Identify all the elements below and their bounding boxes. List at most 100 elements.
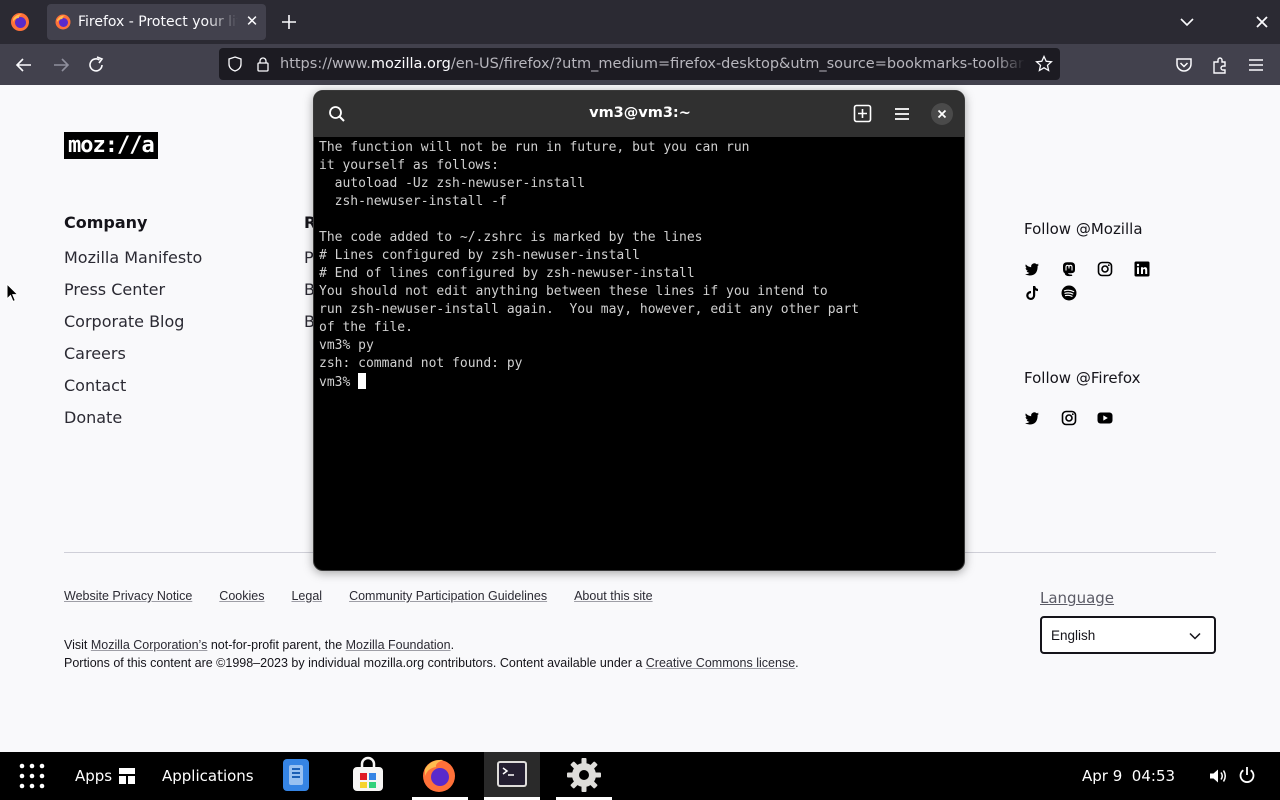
reload-icon[interactable]: [86, 55, 106, 75]
legal-link[interactable]: Website Privacy Notice: [64, 589, 192, 603]
mouse-pointer-icon: [6, 283, 20, 303]
footer-link[interactable]: Donate: [64, 408, 202, 440]
chevron-down-icon: [1189, 632, 1201, 640]
creative-commons-link[interactable]: Creative Commons license: [646, 656, 795, 670]
tab-bar: Firefox - Protect your life online with …: [0, 0, 1280, 44]
hamburger-menu-icon[interactable]: [1246, 55, 1266, 75]
tab-close-icon[interactable]: ✕: [243, 13, 261, 31]
legal-link[interactable]: Legal: [291, 589, 322, 603]
footer-line-license: Portions of this content are ©1998–2023 …: [64, 656, 799, 670]
legal-link[interactable]: About this site: [574, 589, 653, 603]
terminal-prompt: vm3%: [319, 375, 359, 390]
terminal-line: The function will not be run in future, …: [319, 140, 750, 155]
power-icon[interactable]: [1238, 766, 1256, 784]
company-links: Mozilla Manifesto Press Center Corporate…: [64, 248, 202, 440]
window-layout-icon[interactable]: [118, 767, 136, 785]
forward-icon[interactable]: [51, 55, 71, 75]
app-grid-icon[interactable]: [18, 762, 46, 790]
twitter-icon[interactable]: [1024, 410, 1040, 426]
instagram-icon[interactable]: [1097, 261, 1113, 277]
firefox-favicon-icon: [55, 14, 71, 30]
tab-firefox[interactable]: Firefox - Protect your life online with …: [47, 4, 266, 40]
legal-links: Website Privacy Notice Cookies Legal Com…: [64, 589, 680, 603]
url-host: mozilla.org: [370, 56, 451, 72]
footer-link[interactable]: Press Center: [64, 280, 202, 312]
clock[interactable]: Apr 9 04:53: [1082, 767, 1175, 785]
applications-menu-button[interactable]: Applications: [162, 767, 254, 785]
terminal-line: # Lines configured by zsh-newuser-instal…: [319, 248, 640, 263]
mozilla-corporation-link[interactable]: Mozilla Corporation’s: [91, 638, 208, 652]
mozilla-foundation-link[interactable]: Mozilla Foundation: [346, 638, 451, 652]
terminal-close-button[interactable]: [931, 103, 953, 125]
language-selected-value: English: [1051, 628, 1096, 643]
language-select[interactable]: English: [1040, 616, 1216, 654]
instagram-icon[interactable]: [1061, 410, 1077, 426]
url-prefix: https://www.: [280, 56, 371, 72]
footer-line-parent: Visit Mozilla Corporation’s not-for-prof…: [64, 638, 454, 652]
firefox-social-links: [1024, 410, 1204, 434]
url-path: /en-US/firefox/?utm_medium=firefox-deskt…: [450, 56, 1025, 72]
mozilla-social-links: [1024, 261, 1204, 309]
terminal-line: The code added to ~/.zshrc is marked by …: [319, 230, 703, 245]
footer-link[interactable]: Careers: [64, 344, 202, 376]
footer-text: .: [450, 638, 455, 652]
files-icon[interactable]: [277, 756, 315, 794]
chevron-down-icon[interactable]: [1178, 13, 1196, 31]
footer-link[interactable]: Contact: [64, 376, 202, 408]
navigation-toolbar: https://www.mozilla.org/en-US/firefox/?u…: [0, 44, 1280, 85]
new-tab-icon[interactable]: [853, 104, 872, 123]
legal-link[interactable]: Community Participation Guidelines: [349, 589, 547, 603]
youtube-icon[interactable]: [1097, 410, 1113, 426]
mozilla-logo[interactable]: moz://a: [64, 132, 158, 159]
url-text[interactable]: https://www.mozilla.org/en-US/firefox/?u…: [280, 56, 1025, 74]
volume-icon[interactable]: [1208, 766, 1228, 786]
terminal-line: You should not edit anything between the…: [319, 284, 828, 299]
footer-link[interactable]: Mozilla Manifesto: [64, 248, 202, 280]
footer-link[interactable]: Corporate Blog: [64, 312, 202, 344]
terminal-cursor: [358, 373, 367, 389]
close-icon: [937, 109, 947, 119]
shield-icon[interactable]: [227, 56, 243, 72]
footer-text: not-for-profit parent, the: [207, 638, 346, 652]
extensions-icon[interactable]: [1210, 55, 1230, 75]
terminal-line: vm3% py: [319, 338, 374, 353]
terminal-line: of the file.: [319, 320, 413, 335]
bookmark-star-icon[interactable]: [1035, 55, 1053, 73]
back-icon[interactable]: [14, 55, 34, 75]
tiktok-icon[interactable]: [1024, 285, 1040, 301]
terminal-window[interactable]: vm3@vm3:~ The function will not be run i…: [313, 90, 965, 571]
mastodon-icon[interactable]: [1061, 261, 1077, 277]
twitter-icon[interactable]: [1024, 261, 1040, 277]
follow-firefox-heading: Follow @Firefox: [1024, 369, 1141, 387]
lock-icon[interactable]: [255, 56, 271, 72]
footer-text: .: [795, 656, 799, 670]
terminal-line: # End of lines configured by zsh-newuser…: [319, 266, 695, 281]
taskbar: Apps Applications Apr 9 04:53: [0, 752, 1280, 800]
linkedin-icon[interactable]: [1134, 261, 1150, 277]
firefox-app-icon[interactable]: [10, 12, 30, 32]
terminal-line: zsh: command not found: py: [319, 356, 523, 371]
firefox-icon[interactable]: [420, 756, 458, 794]
terminal-header-bar[interactable]: vm3@vm3:~: [314, 91, 964, 137]
terminal-output[interactable]: The function will not be run in future, …: [319, 139, 959, 559]
url-bar[interactable]: https://www.mozilla.org/en-US/firefox/?u…: [219, 48, 1060, 80]
window-close-icon[interactable]: [1253, 13, 1271, 31]
spotify-icon[interactable]: [1061, 285, 1077, 301]
terminal-prompt-line[interactable]: vm3%: [319, 373, 959, 392]
footer-text: Portions of this content are ©1998–2023 …: [64, 656, 646, 670]
footer-text: Visit: [64, 638, 91, 652]
pocket-icon[interactable]: [1174, 55, 1194, 75]
apps-button[interactable]: Apps: [75, 767, 112, 785]
terminal-line: zsh-newuser-install -f: [319, 194, 507, 209]
software-store-icon[interactable]: [349, 756, 387, 794]
terminal-line: autoload -Uz zsh-newuser-install: [319, 176, 586, 191]
terminal-line: it yourself as follows:: [319, 158, 500, 173]
tab-title: Firefox - Protect your life online with …: [78, 14, 238, 30]
hamburger-menu-icon[interactable]: [893, 105, 911, 123]
new-tab-icon[interactable]: [278, 11, 300, 33]
legal-link[interactable]: Cookies: [219, 589, 264, 603]
company-heading: Company: [64, 213, 148, 232]
settings-icon[interactable]: [565, 756, 603, 794]
terminal-icon[interactable]: [493, 756, 531, 794]
